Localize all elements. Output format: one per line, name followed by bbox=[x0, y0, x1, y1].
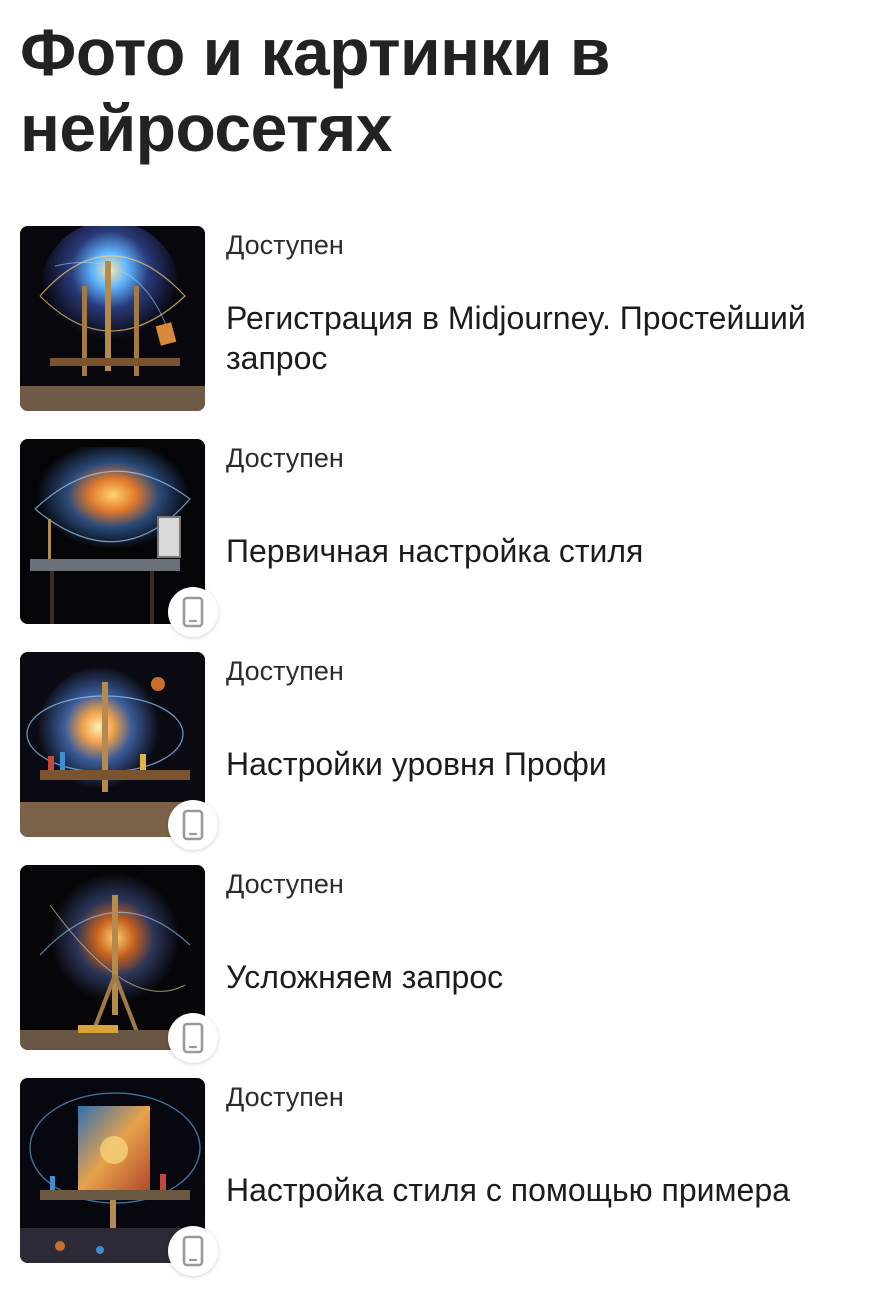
lesson-item-1[interactable]: Доступен Регистрация в Midjourney. Прост… bbox=[0, 226, 877, 411]
lesson-item-5[interactable]: Доступен Настройка стиля с помощью приме… bbox=[0, 1078, 877, 1276]
lesson-status: Доступен bbox=[226, 656, 344, 686]
lesson-title: Усложняем запрос bbox=[226, 959, 504, 995]
smartphone-icon bbox=[182, 1022, 204, 1054]
smartphone-icon bbox=[182, 809, 204, 841]
lesson-status: Доступен bbox=[226, 869, 344, 899]
smartphone-badge bbox=[168, 587, 218, 637]
smartphone-icon bbox=[182, 596, 204, 628]
smartphone-badge bbox=[168, 1226, 218, 1276]
smartphone-icon bbox=[182, 1235, 204, 1267]
lesson-title: Регистрация в Midjourney. Простейший зап… bbox=[226, 300, 806, 376]
lesson-status: Доступен bbox=[226, 1082, 344, 1112]
smartphone-badge bbox=[168, 800, 218, 850]
lesson-list: Доступен Регистрация в Midjourney. Прост… bbox=[0, 226, 877, 1291]
lesson-item-3[interactable]: Доступен Настройки уровня Профи bbox=[0, 652, 877, 850]
lesson-title: Настройки уровня Профи bbox=[226, 746, 607, 782]
smartphone-badge bbox=[168, 1013, 218, 1063]
page-title: Фото и картинки в нейросетях bbox=[20, 15, 610, 165]
lesson-status: Доступен bbox=[226, 230, 344, 260]
lesson-title: Первичная настройка стиля bbox=[226, 533, 644, 569]
lesson-title: Настройка стиля с помощью примера bbox=[226, 1172, 790, 1208]
lesson-thumbnail bbox=[20, 226, 205, 411]
lesson-item-4[interactable]: Доступен Усложняем запрос bbox=[0, 865, 877, 1063]
lesson-item-2[interactable]: Доступен Первичная настройка стиля bbox=[0, 439, 877, 637]
lesson-status: Доступен bbox=[226, 443, 344, 473]
